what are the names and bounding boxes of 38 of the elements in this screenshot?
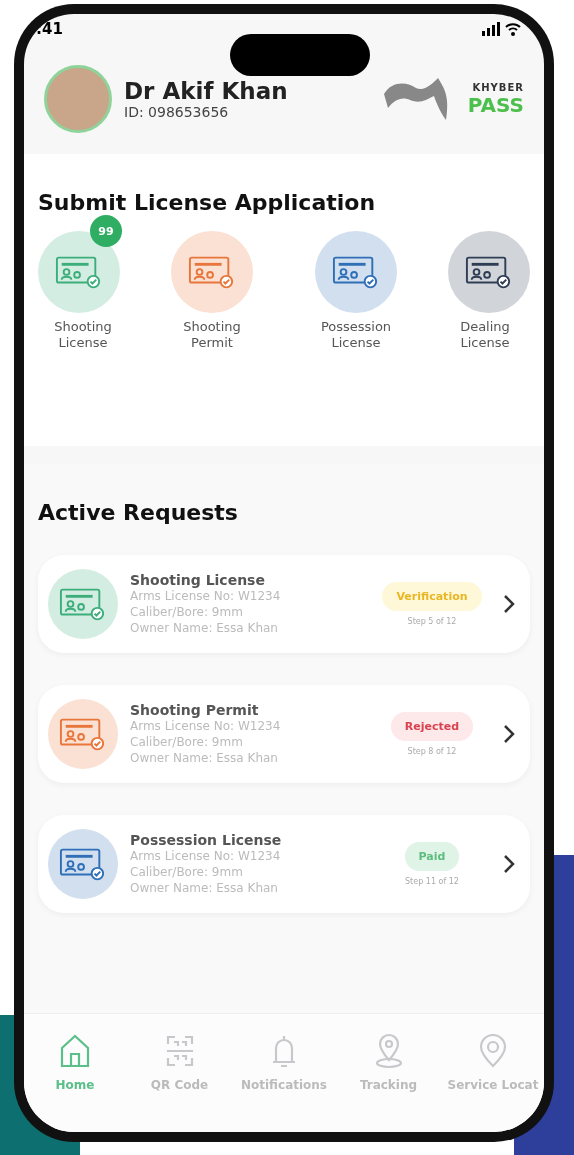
status-badge: Paid bbox=[404, 842, 460, 871]
section-title: Active Requests bbox=[38, 500, 239, 525]
license-type-button[interactable]: Possession License bbox=[296, 215, 416, 351]
step-text: Step 11 of 12 bbox=[405, 877, 459, 886]
license-number: Arms License No: W1234 bbox=[130, 848, 282, 864]
user-name: Dr Akif Khan bbox=[124, 78, 289, 104]
license-type-button[interactable]: Shooting Permit bbox=[152, 215, 272, 351]
owner-name: Owner Name: Essa Khan bbox=[130, 880, 279, 896]
home-icon bbox=[58, 1032, 92, 1070]
logo-text: PASS bbox=[467, 92, 524, 117]
request-title: Shooting License bbox=[130, 572, 266, 588]
count-badge: 99 bbox=[90, 215, 122, 247]
caliber-text: Caliber/Bore: 9mm bbox=[130, 604, 244, 620]
license-number: Arms License No: W1234 bbox=[130, 718, 282, 734]
caliber-text: Caliber/Bore: 9mm bbox=[130, 734, 244, 750]
license-number: Arms License No: W1234 bbox=[130, 588, 282, 604]
chevron-right-icon[interactable] bbox=[502, 723, 516, 745]
nav-tab[interactable]: QR Code bbox=[128, 1032, 231, 1132]
status-badge: Rejected bbox=[390, 712, 474, 741]
owner-name: Owner Name: Essa Khan bbox=[130, 750, 279, 766]
step-text: Step 5 of 12 bbox=[407, 617, 457, 626]
section-title: Submit License Application bbox=[38, 190, 377, 215]
user-id: ID: 098653656 bbox=[124, 104, 230, 120]
step-text: Step 8 of 12 bbox=[407, 747, 457, 756]
owner-name: Owner Name: Essa Khan bbox=[130, 620, 279, 636]
status-time: :41 bbox=[36, 20, 63, 38]
caliber-text: Caliber/Bore: 9mm bbox=[130, 864, 244, 880]
nav-tab[interactable]: Service Locat bbox=[442, 1032, 544, 1132]
nav-tab[interactable]: Tracking bbox=[337, 1032, 440, 1132]
status-badge: Verification bbox=[382, 582, 482, 611]
request-title: Possession License bbox=[130, 832, 283, 848]
logo-text: KHYBER bbox=[472, 81, 524, 93]
nav-tab[interactable]: Notifications bbox=[233, 1032, 335, 1132]
signal-wifi-icon bbox=[482, 22, 522, 36]
chevron-right-icon[interactable] bbox=[502, 593, 516, 615]
nav-tab[interactable]: Home bbox=[24, 1032, 126, 1132]
chevron-right-icon[interactable] bbox=[502, 853, 516, 875]
request-title: Shooting Permit bbox=[130, 702, 260, 718]
